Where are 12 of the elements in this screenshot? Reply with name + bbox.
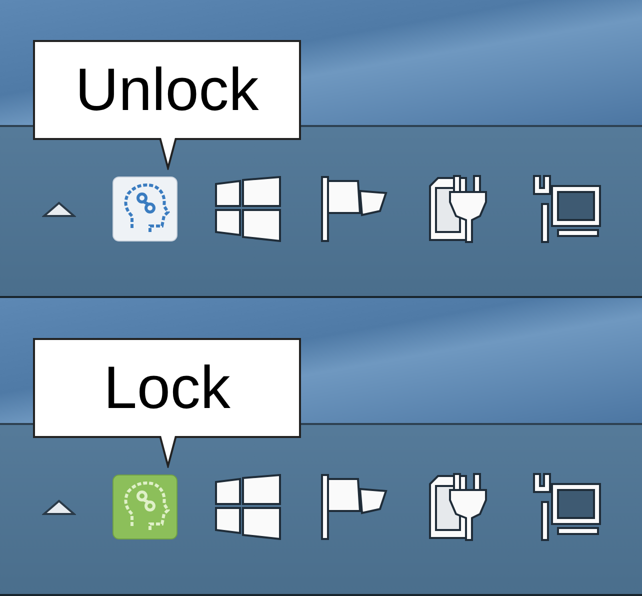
tooltip-pointer: [159, 138, 177, 170]
tooltip: Lock: [33, 338, 301, 438]
head-icon[interactable]: [112, 474, 178, 540]
head-icon[interactable]: [112, 176, 178, 242]
flag-icon[interactable]: [320, 174, 390, 242]
windows-logo-icon[interactable]: [214, 176, 282, 242]
tooltip-pointer: [159, 436, 177, 468]
flag-icon[interactable]: [320, 472, 390, 540]
network-computer-icon[interactable]: [532, 472, 602, 542]
network-computer-icon[interactable]: [532, 174, 602, 244]
tooltip: Unlock: [33, 40, 301, 140]
windows-logo-icon[interactable]: [214, 474, 282, 540]
